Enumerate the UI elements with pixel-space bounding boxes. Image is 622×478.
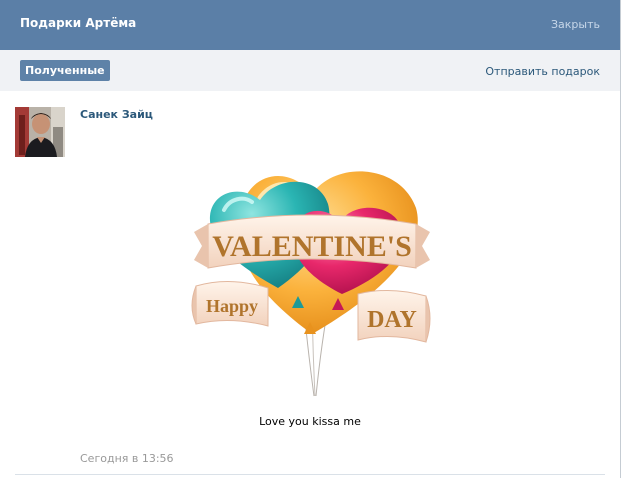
valentines-gift-graphic: VALENTINE'S Happy DAY: [191, 171, 431, 397]
tab-received[interactable]: Полученные: [20, 60, 110, 81]
close-button[interactable]: Закрыть: [551, 18, 600, 31]
gifts-modal: Подарки Артёма Закрыть Полученные Отправ…: [0, 0, 621, 478]
gift-date: Сегодня в 13:56: [80, 452, 174, 465]
gift-item: Санек Зайц VALENTINE'S Happy DAY Love yo…: [0, 91, 620, 478]
gift-message: Love you kissa me: [259, 415, 361, 428]
send-gift-link[interactable]: Отправить подарок: [485, 65, 600, 78]
avatar[interactable]: [15, 107, 65, 157]
modal-title: Подарки Артёма: [20, 16, 137, 30]
modal-header: Подарки Артёма Закрыть: [0, 0, 620, 50]
sender-name-link[interactable]: Санек Зайц: [80, 108, 153, 121]
avatar-image: [15, 107, 65, 157]
divider: [15, 474, 605, 475]
gift-image: VALENTINE'S Happy DAY: [190, 146, 435, 406]
tab-bar: Полученные Отправить подарок: [0, 50, 620, 91]
svg-text:Happy: Happy: [206, 296, 258, 316]
svg-text:DAY: DAY: [367, 307, 417, 333]
svg-text:VALENTINE'S: VALENTINE'S: [212, 230, 412, 263]
